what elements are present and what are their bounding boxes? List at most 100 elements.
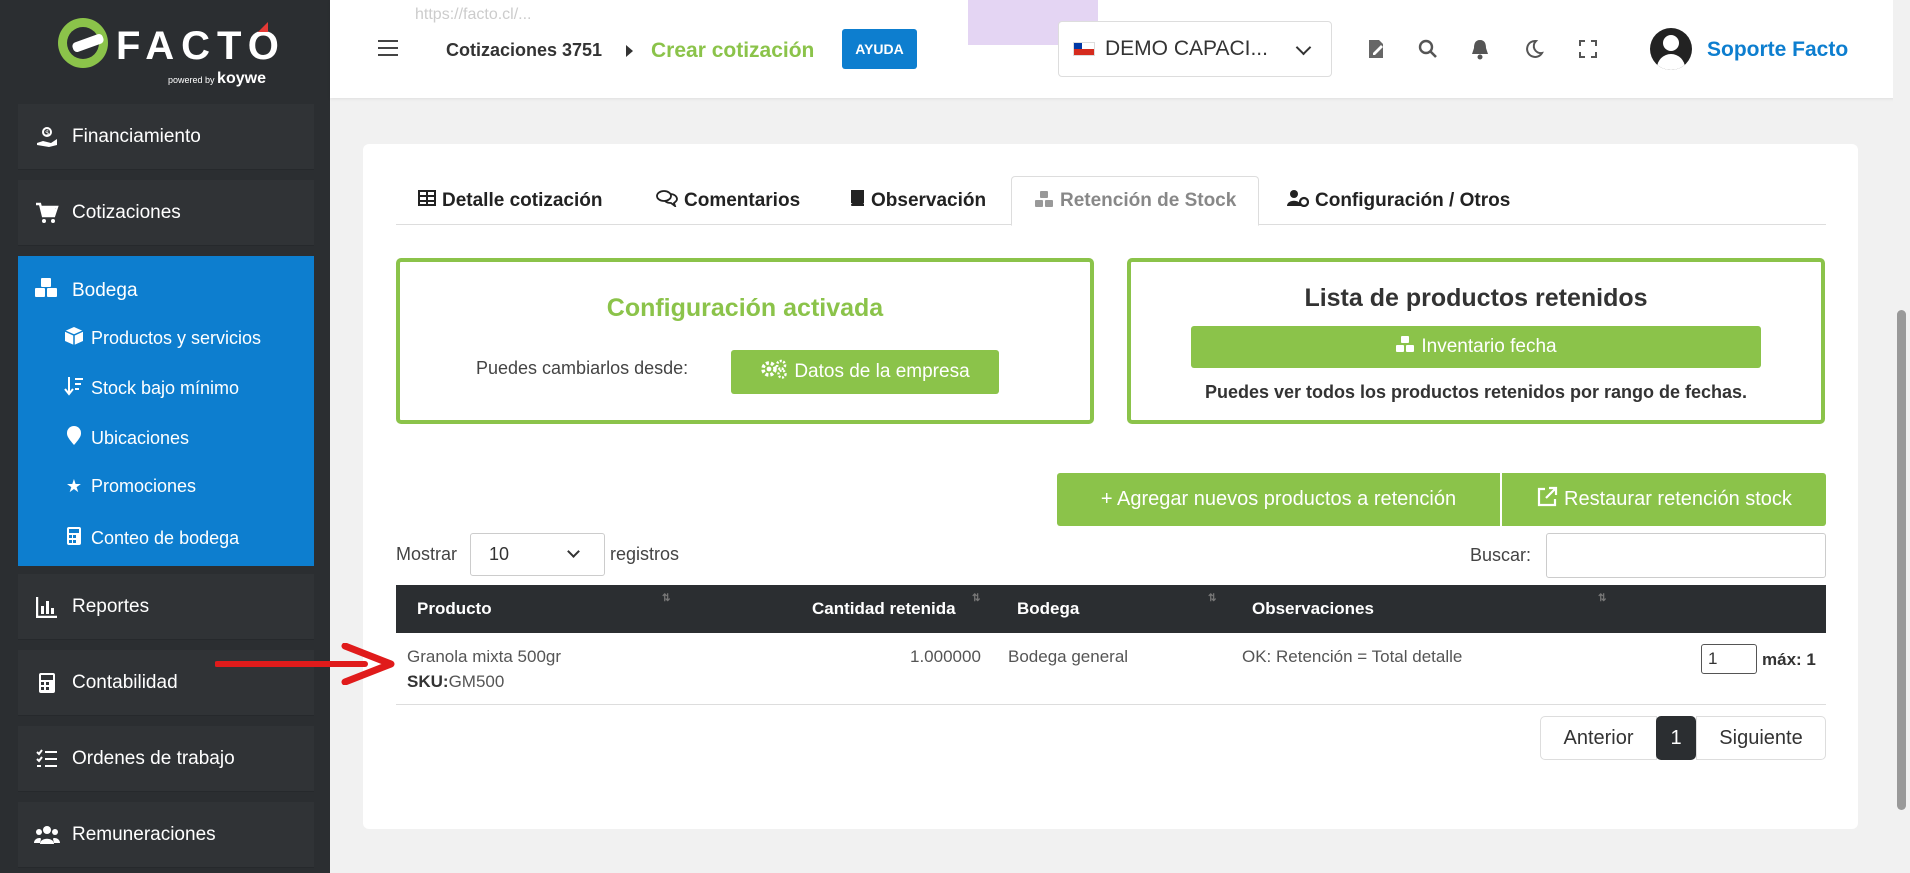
breadcrumb-parent[interactable]: Cotizaciones 3751 xyxy=(446,40,602,61)
scrollbar-thumb[interactable] xyxy=(1897,310,1906,810)
sidebar-item-reportes[interactable]: Reportes xyxy=(18,574,314,640)
page-scrollbar[interactable] xyxy=(1893,0,1910,873)
cart-icon xyxy=(34,200,60,226)
sidebar-item-cotizaciones[interactable]: Cotizaciones xyxy=(18,180,314,246)
company-data-button-label: Datos de la empresa xyxy=(794,361,970,382)
records-label: registros xyxy=(610,544,680,564)
cubes-icon xyxy=(1034,190,1054,213)
restore-retention-button-label: Restaurar retención stock xyxy=(1564,488,1792,510)
sidebar-item-label: Bodega xyxy=(72,280,138,301)
calculator-icon xyxy=(63,526,85,551)
page-size-select[interactable]: 10 xyxy=(470,533,605,576)
calculator-icon xyxy=(34,670,60,696)
tab-configuracion-otros[interactable]: Configuración / Otros xyxy=(1287,176,1510,225)
sidebar-item-bodega[interactable]: Bodega xyxy=(34,276,138,306)
product-name: Granola mixta 500gr xyxy=(407,647,562,666)
column-header-bodega[interactable]: Bodega xyxy=(1017,599,1079,619)
sidebar-item-financiamiento[interactable]: $ Financiamiento xyxy=(18,104,314,170)
url-text: https://facto.cl/... xyxy=(415,6,532,23)
sidebar-subitem-conteo-de-bodega[interactable]: Conteo de bodega xyxy=(63,526,239,551)
sidebar-item-remuneraciones[interactable]: Remuneraciones xyxy=(18,802,314,868)
search-icon[interactable] xyxy=(1416,37,1440,61)
chevron-down-icon xyxy=(567,545,580,558)
sidebar-subitem-label: Stock bajo mínimo xyxy=(91,378,240,398)
sort-icon[interactable]: ⇅ xyxy=(972,593,980,604)
bar-chart-icon xyxy=(34,594,60,620)
pagination-next-button[interactable]: Siguiente xyxy=(1696,716,1826,760)
avatar[interactable] xyxy=(1650,28,1692,70)
user-gear-icon xyxy=(1287,189,1310,212)
cubes-icon xyxy=(1395,335,1415,359)
config-box: Configuración activada Puedes cambiarlos… xyxy=(396,258,1094,424)
user-name[interactable]: Soporte Facto xyxy=(1707,38,1848,62)
config-box-text: Puedes cambiarlos desde: xyxy=(476,358,689,378)
company-data-button[interactable]: Datos de la empresa xyxy=(731,350,999,394)
table-header: Producto ⇅ Cantidad retenida ⇅ Bodega ⇅ … xyxy=(396,585,1826,633)
sidebar: FACTO powered by koywe $ Financiamiento … xyxy=(0,0,330,873)
sidebar-group-bodega: Bodega Productos y servicios Stock bajo … xyxy=(18,256,314,566)
tab-detalle-cotizacion[interactable]: Detalle cotización xyxy=(418,176,603,225)
tab-observacion[interactable]: Observación xyxy=(849,176,986,225)
sort-icon[interactable]: ⇅ xyxy=(1208,593,1216,604)
product-sku: SKU:GM500 xyxy=(407,672,505,691)
edit-document-icon[interactable] xyxy=(1364,37,1388,61)
company-select-value: DEMO CAPACI... xyxy=(1105,37,1268,60)
chevron-down-icon xyxy=(1295,39,1312,56)
restore-retention-button[interactable]: Restaurar retención stock xyxy=(1502,473,1826,526)
star-icon: ★ xyxy=(65,476,83,496)
chile-flag-icon xyxy=(1073,42,1095,56)
logo-accent-icon xyxy=(258,22,268,32)
tasks-icon xyxy=(34,746,60,772)
sidebar-item-label: Reportes xyxy=(72,595,150,617)
sort-icon[interactable]: ⇅ xyxy=(662,593,670,604)
tab-comentarios[interactable]: Comentarios xyxy=(656,176,800,225)
sidebar-subitem-label: Promociones xyxy=(91,476,197,496)
page-size-value: 10 xyxy=(489,544,510,564)
sidebar-subitem-productos[interactable]: Productos y servicios xyxy=(63,326,261,351)
sidebar-item-ordenes-de-trabajo[interactable]: Ordenes de trabajo xyxy=(18,726,314,792)
retained-list-title: Lista de productos retenidos xyxy=(1304,284,1648,312)
external-link-icon xyxy=(1536,486,1558,514)
tabs: Detalle cotización Comentarios Observaci… xyxy=(396,176,1826,226)
moon-icon[interactable] xyxy=(1522,37,1546,61)
logo-powered: powered by koywe xyxy=(168,70,266,87)
observation-text: OK: Retención = Total detalle xyxy=(1242,647,1463,666)
max-label: máx: 1 xyxy=(1762,650,1816,669)
pagination-page-1[interactable]: 1 xyxy=(1656,716,1696,760)
inventory-date-button[interactable]: Inventario fecha xyxy=(1191,326,1761,368)
sidebar-subitem-promociones[interactable]: ★ Promociones xyxy=(63,476,196,497)
company-select[interactable]: DEMO CAPACI... xyxy=(1058,21,1332,77)
facto-logo[interactable]: FACTO powered by koywe xyxy=(58,18,279,88)
retention-quantity-input[interactable]: 1 xyxy=(1701,644,1757,674)
facto-logo-mark-icon xyxy=(58,18,108,68)
bodega-name: Bodega general xyxy=(1008,647,1129,666)
column-header-cantidad[interactable]: Cantidad retenida xyxy=(812,599,956,619)
sort-icon[interactable]: ⇅ xyxy=(1598,593,1606,604)
hamburger-menu-icon[interactable] xyxy=(378,40,398,56)
sidebar-item-label: Ordenes de trabajo xyxy=(72,747,235,769)
row-divider xyxy=(396,704,1826,705)
tab-label: Configuración / Otros xyxy=(1315,189,1511,211)
sidebar-subitem-label: Conteo de bodega xyxy=(91,528,240,548)
annotation-arrow-icon xyxy=(215,643,395,685)
config-box-title: Configuración activada xyxy=(606,294,884,322)
users-icon xyxy=(34,822,60,848)
comments-icon xyxy=(656,189,678,212)
tab-retencion-de-stock[interactable]: Retención de Stock xyxy=(1011,176,1260,226)
fullscreen-icon[interactable] xyxy=(1576,37,1600,61)
sidebar-subitem-ubicaciones[interactable]: Ubicaciones xyxy=(63,426,189,451)
add-retention-products-button[interactable]: + Agregar nuevos productos a retención xyxy=(1057,473,1500,526)
pagination-previous-button[interactable]: Anterior xyxy=(1540,716,1657,760)
search-input[interactable] xyxy=(1546,533,1826,578)
show-label: Mostrar xyxy=(396,544,458,564)
tab-label: Detalle cotización xyxy=(442,189,603,211)
help-button[interactable]: AYUDA xyxy=(842,29,917,69)
column-header-producto[interactable]: Producto xyxy=(417,599,492,619)
sidebar-subitem-label: Productos y servicios xyxy=(91,328,262,348)
cubes-icon xyxy=(34,276,60,306)
retained-list-box: Lista de productos retenidos Inventario … xyxy=(1127,258,1825,424)
bell-icon[interactable] xyxy=(1468,37,1492,61)
column-header-observaciones[interactable]: Observaciones xyxy=(1252,599,1374,619)
sidebar-item-label: Remuneraciones xyxy=(72,823,216,845)
sidebar-subitem-stock-bajo-minimo[interactable]: Stock bajo mínimo xyxy=(63,376,239,401)
